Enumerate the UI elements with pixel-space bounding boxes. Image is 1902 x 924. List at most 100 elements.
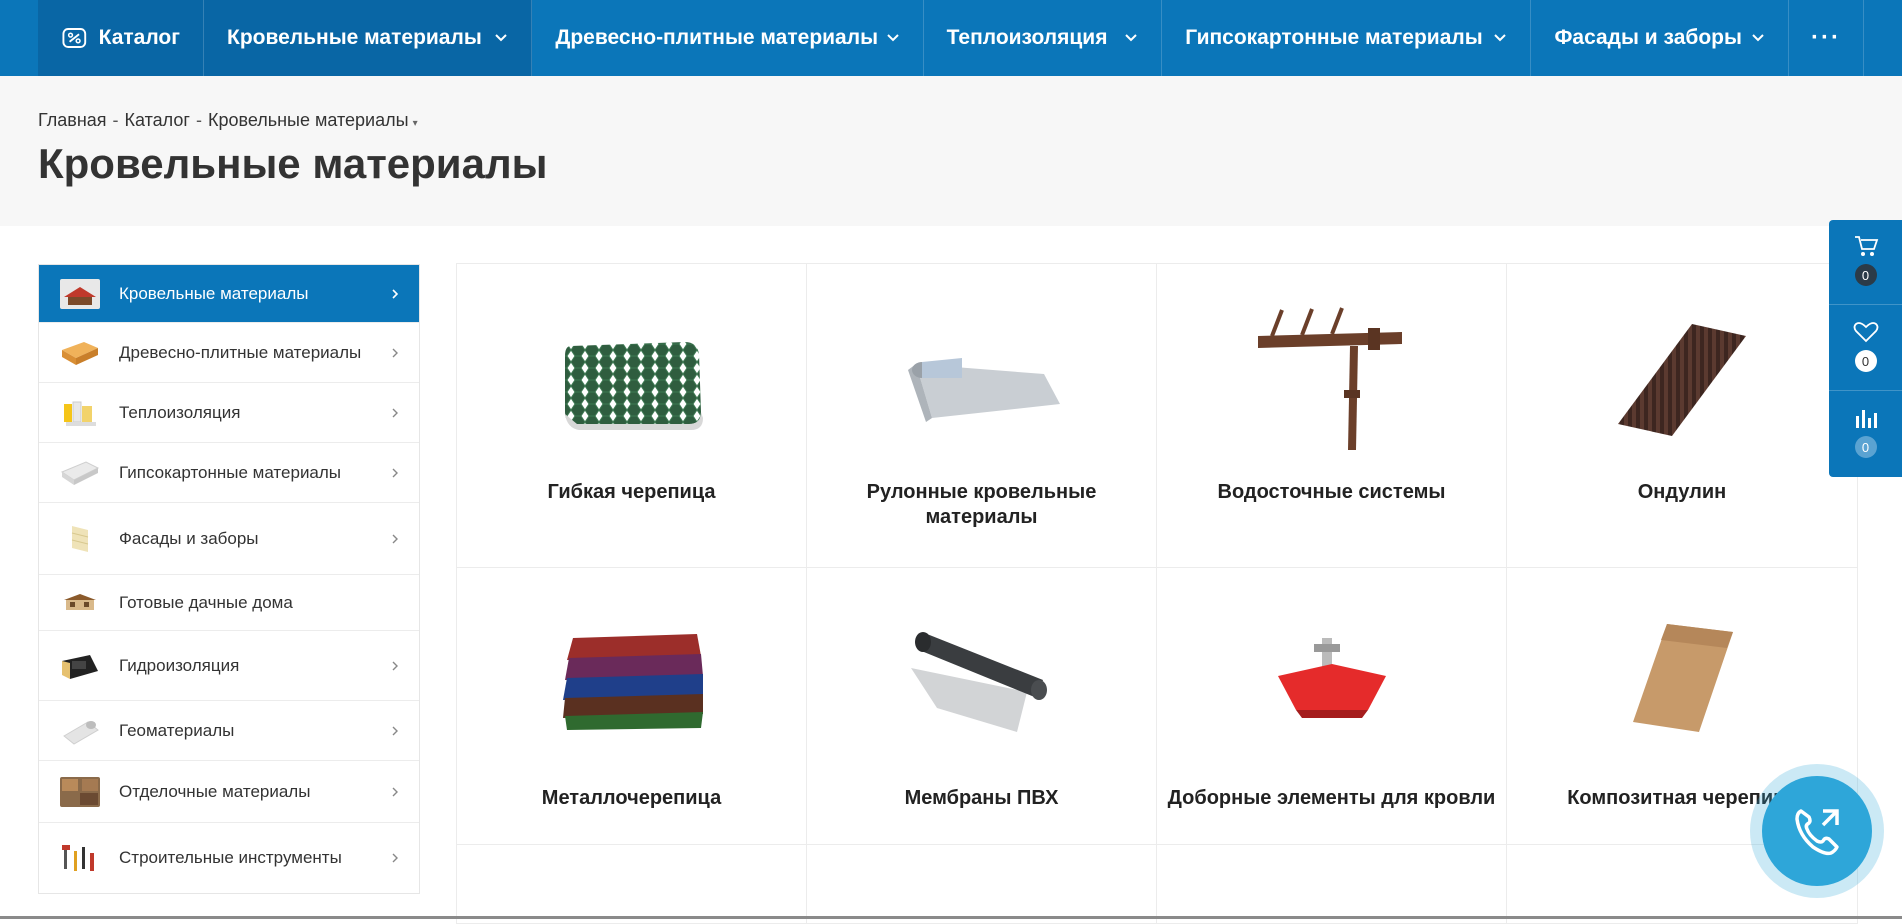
nav-more-button[interactable]: ··· <box>1789 0 1864 76</box>
nav-item-drywall[interactable]: Гипсокартонные материалы <box>1162 0 1532 76</box>
sidebar-item-label: Фасады и заборы <box>119 528 259 548</box>
breadcrumb-catalog-link[interactable]: Каталог <box>125 110 190 130</box>
sidebar-item-label: Готовые дачные дома <box>119 592 293 612</box>
discount-icon <box>62 28 87 48</box>
chevron-down-icon <box>886 31 900 45</box>
chevron-right-icon <box>391 726 399 736</box>
sidebar-item-label: Отделочные материалы <box>119 781 311 801</box>
breadcrumb-current[interactable]: Кровельные материалы <box>208 110 409 130</box>
nav-item-label: Кровельные материалы <box>227 26 482 49</box>
chevron-down-icon <box>1124 31 1138 45</box>
category-card-title: Водосточные системы <box>1217 481 1446 503</box>
breadcrumb-separator: - <box>195 110 202 130</box>
chevron-right-icon <box>391 853 399 863</box>
category-card-ondulin[interactable]: Ондулин <box>1506 263 1858 568</box>
cart-icon <box>1854 236 1878 256</box>
sidebar-item-tools[interactable]: Строительные инструменты <box>39 823 419 893</box>
category-card-title: Ондулин <box>1637 481 1727 503</box>
category-card-pvc-membrane[interactable]: Мембраны ПВХ <box>806 567 1157 845</box>
pvc-membrane-image <box>910 632 1047 732</box>
sidebar-item-label: Теплоизоляция <box>119 402 241 422</box>
gutter-system-image <box>1257 307 1402 450</box>
chevron-right-icon <box>391 408 399 418</box>
nav-item-label: Гипсокартонные материалы <box>1185 26 1483 49</box>
composite-tile-image <box>1633 624 1733 732</box>
favorites-button[interactable]: 0 <box>1829 306 1902 391</box>
sidebar-item-geomaterials[interactable]: Геоматериалы <box>39 701 419 761</box>
chevron-right-icon <box>391 468 399 478</box>
category-card-roof-accessory[interactable]: Доборные элементы для кровли <box>1156 567 1507 845</box>
roof-accessory-image <box>1277 638 1386 718</box>
top-navigation: Каталог Кровельные материалы Древесно-пл… <box>0 0 1902 76</box>
category-card-title: Доборные элементы для кровли <box>1167 787 1496 809</box>
drywall-thumb-icon <box>60 460 100 485</box>
category-card-partial[interactable] <box>1156 844 1507 924</box>
chevron-right-icon <box>391 787 399 797</box>
nav-item-wood-boards[interactable]: Древесно-плитные материалы <box>532 0 924 76</box>
page-title: Кровельные материалы <box>38 140 548 187</box>
phone-call-icon <box>1795 809 1839 856</box>
breadcrumb-separator: - <box>112 110 119 130</box>
sidebar-item-label: Древесно-плитные материалы <box>119 342 362 362</box>
breadcrumb-dropdown-icon[interactable]: ▾ <box>413 118 418 129</box>
roofing-thumb-icon <box>60 278 100 309</box>
nav-catalog-label: Каталог <box>98 26 180 49</box>
sidebar-item-label: Кровельные материалы <box>119 283 309 303</box>
compare-chart-icon <box>1855 410 1877 428</box>
tools-thumb-icon <box>62 845 94 871</box>
chevron-right-icon <box>391 288 399 299</box>
callback-button[interactable] <box>1762 776 1872 886</box>
favorites-count-badge: 0 <box>1854 350 1877 372</box>
sidebar-item-label: Геоматериалы <box>119 720 235 740</box>
roll-roofing-image <box>907 358 1060 422</box>
nav-item-roofing[interactable]: Кровельные материалы <box>204 0 533 76</box>
sidebar-item-wood-boards[interactable]: Древесно-плитные материалы <box>39 323 419 383</box>
sidebar-item-drywall[interactable]: Гипсокартонные материалы <box>39 443 419 503</box>
chevron-down-icon <box>494 31 508 45</box>
sidebar-item-waterproofing[interactable]: Гидроизоляция <box>39 631 419 701</box>
sidebar-item-label: Гидроизоляция <box>119 655 240 675</box>
facade-thumb-icon <box>71 525 89 552</box>
nav-item-facades[interactable]: Фасады и заборы <box>1531 0 1789 76</box>
category-card-title: Мембраны ПВХ <box>904 787 1059 809</box>
sidebar-item-label: Строительные инструменты <box>119 848 342 867</box>
category-card-title: Рулонные кровельные материалы <box>866 481 1097 528</box>
category-card-flexible-shingle[interactable]: Гибкая черепица <box>456 263 807 568</box>
compare-count-badge: 0 <box>1854 436 1877 458</box>
nav-item-label: Фасады и заборы <box>1554 26 1742 49</box>
sidebar-item-houses[interactable]: Готовые дачные дома <box>39 575 419 631</box>
nav-item-label: Теплоизоляция <box>946 26 1108 49</box>
sidebar-item-facades[interactable]: Фасады и заборы <box>39 503 419 575</box>
chevron-right-icon <box>391 348 399 358</box>
waterproofing-thumb-icon <box>62 654 98 679</box>
wood-board-thumb-icon <box>62 341 98 365</box>
chevron-right-icon <box>391 661 399 671</box>
chevron-down-icon <box>1751 31 1765 45</box>
chevron-right-icon <box>391 534 399 544</box>
category-card-metal-tile[interactable]: Металлочерепица <box>456 567 807 845</box>
ondulin-image <box>1618 324 1746 436</box>
category-sidebar: Кровельные материалы Древесно-плитные ма… <box>38 264 420 894</box>
breadcrumb: Главная - Каталог - Кровельные материалы ▾ <box>38 110 418 131</box>
nav-item-label: Древесно-плитные материалы <box>555 26 879 49</box>
sidebar-item-roofing[interactable]: Кровельные материалы <box>39 265 419 323</box>
house-thumb-icon <box>64 593 96 610</box>
sidebar-item-insulation[interactable]: Теплоизоляция <box>39 383 419 443</box>
top-navigation-inner: Каталог Кровельные материалы Древесно-пл… <box>38 0 1864 76</box>
cart-count-badge: 0 <box>1854 264 1877 286</box>
compare-button[interactable]: 0 <box>1829 392 1902 477</box>
flexible-shingle-image <box>564 342 703 430</box>
metal-tile-image <box>562 634 703 730</box>
nav-catalog-button[interactable]: Каталог <box>38 0 204 76</box>
category-card-partial[interactable] <box>806 844 1157 924</box>
category-card-gutter-system[interactable]: Водосточные системы <box>1156 263 1507 568</box>
nav-item-insulation[interactable]: Теплоизоляция <box>924 0 1163 76</box>
cart-button[interactable]: 0 <box>1829 220 1902 305</box>
category-card-roll-roofing[interactable]: Рулонные кровельные материалы <box>806 263 1157 568</box>
category-card-partial[interactable] <box>456 844 807 924</box>
finishing-thumb-icon <box>60 776 100 807</box>
chevron-down-icon <box>1493 31 1507 45</box>
sidebar-item-finishing[interactable]: Отделочные материалы <box>39 761 419 823</box>
breadcrumb-home-link[interactable]: Главная <box>38 110 107 130</box>
insulation-thumb-icon <box>64 401 96 426</box>
